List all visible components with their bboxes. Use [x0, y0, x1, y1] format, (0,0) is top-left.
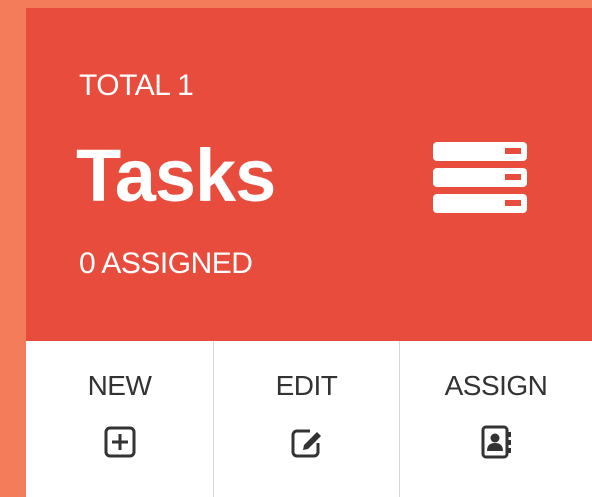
assign-task-button[interactable]: ASSIGN	[400, 341, 592, 497]
edit-icon	[291, 429, 321, 458]
action-bar: NEW EDIT ASSIGN	[26, 341, 592, 497]
plus-square-icon	[104, 426, 135, 458]
assign-task-label: ASSIGN	[444, 370, 548, 401]
tasks-widget-header: TOTAL 1 Tasks 0 ASSIGNED	[26, 8, 592, 341]
tasks-stack-icon	[433, 142, 527, 213]
new-task-button[interactable]: NEW	[26, 341, 214, 497]
assigned-count: 0 ASSIGNED	[79, 247, 253, 280]
edit-task-button[interactable]: EDIT	[214, 341, 400, 497]
widget-title: Tasks	[76, 134, 276, 217]
new-task-label: NEW	[87, 370, 152, 401]
tasks-widget-card: TOTAL 1 Tasks 0 ASSIGNED NEW EDIT ASSIGN	[26, 8, 592, 497]
edit-task-label: EDIT	[275, 370, 338, 401]
address-book-icon	[481, 425, 511, 459]
total-count: TOTAL 1	[79, 69, 194, 102]
